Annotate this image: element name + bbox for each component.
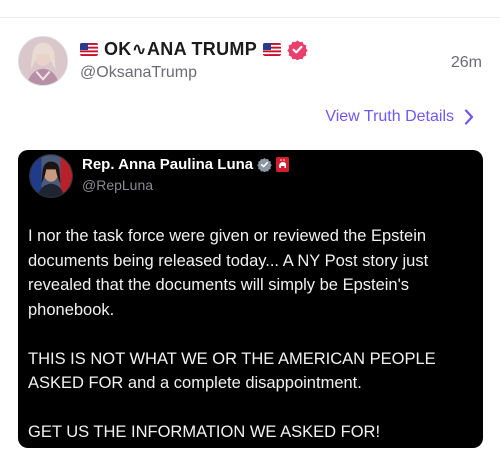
embedded-author-name-row: Rep. Anna Paulina Luna [82, 156, 290, 173]
embedded-author-handle[interactable]: @RepLuna [82, 177, 153, 193]
embedded-post-paragraph: GET US THE INFORMATION WE ASKED FOR! [28, 423, 381, 441]
embedded-post-body: I nor the task force were given or revie… [28, 224, 468, 445]
top-divider [0, 17, 500, 18]
gray-verified-badge-icon [257, 157, 272, 172]
author-avatar-image [19, 37, 67, 85]
us-flag-icon [80, 42, 98, 56]
verified-badge-icon [287, 39, 308, 60]
author-avatar[interactable] [18, 36, 68, 86]
post-timestamp: 26m [450, 54, 482, 71]
republican-elephant-icon [276, 157, 290, 172]
view-truth-details-label: View Truth Details [325, 108, 454, 125]
post-header: OK∿ANA TRUMP @OksanaTrump 26m [18, 36, 484, 86]
view-truth-details-link[interactable]: View Truth Details [325, 108, 474, 126]
chevron-right-icon [464, 109, 474, 125]
author-name-row: OK∿ANA TRUMP [80, 37, 308, 61]
embedded-author-avatar[interactable] [29, 154, 73, 198]
author-handle[interactable]: @OksanaTrump [80, 64, 197, 82]
us-flag-icon [263, 42, 282, 56]
author-display-name[interactable]: OK∿ANA TRUMP [104, 39, 257, 60]
embedded-post-paragraph: I nor the task force were given or revie… [28, 227, 429, 319]
embedded-author-avatar-image [30, 155, 72, 197]
embedded-post-card[interactable]: Rep. Anna Paulina Luna @RepLuna I nor th… [18, 150, 483, 448]
embedded-post-paragraph: THIS IS NOT WHAT WE OR THE AMERICAN PEOP… [28, 349, 436, 393]
embedded-author-display-name[interactable]: Rep. Anna Paulina Luna [82, 156, 253, 173]
